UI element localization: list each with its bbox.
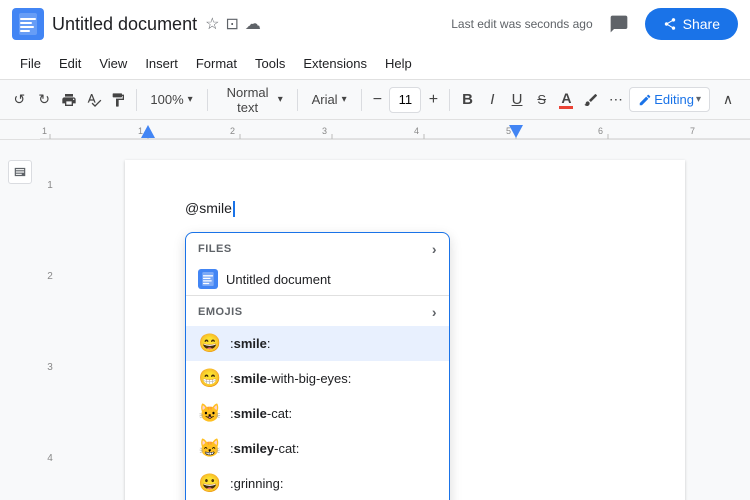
menu-bar: File Edit View Insert Format Tools Exten… [0,48,750,80]
zoom-dropdown[interactable]: 100% ▾ [142,86,200,114]
menu-edit[interactable]: Edit [51,52,89,75]
emoji-label-grinning: :grinning: [230,476,283,491]
share-label: Share [683,16,720,32]
doc-canvas: @smile FILES › Untitled document [60,140,750,500]
menu-view[interactable]: View [91,52,135,75]
drive-icon[interactable]: ⊡ [225,14,238,34]
font-size-input[interactable] [389,87,421,113]
doc-title[interactable]: Untitled document [52,14,197,35]
emoji-item-smile-big-eyes[interactable]: 😁 :smile-with-big-eyes: [186,361,449,396]
text-color-bar [559,106,573,109]
menu-insert[interactable]: Insert [137,52,186,75]
redo-button[interactable]: ↻ [33,86,56,114]
svg-text:1: 1 [42,126,47,136]
file-item-untitled[interactable]: Untitled document [186,263,449,295]
toolbar-right: Editing ▾ ∧ [629,86,742,114]
emoji-glyph-grinning: 😀 [198,473,222,494]
page-num-4: 4 [47,453,53,464]
emojis-section-header[interactable]: EMOJIS › [186,296,449,326]
page-num-2: 2 [47,271,53,282]
page-num-1: 1 [47,180,53,191]
svg-text:1: 1 [138,126,143,136]
text-color-button[interactable]: A [555,86,578,114]
italic-button[interactable]: I [481,86,504,114]
title-bar: Untitled document ☆ ⊡ ☁ Last edit was se… [0,0,750,48]
emoji-glyph-smiley-cat: 😸 [198,438,222,459]
menu-tools[interactable]: Tools [247,52,293,75]
divider-4 [361,89,362,111]
cloud-icon[interactable]: ☁ [245,14,261,34]
svg-text:2: 2 [230,126,235,136]
file-doc-icon [198,269,218,289]
emojis-header-label: EMOJIS [198,306,243,318]
more-options-button[interactable]: ⋯ [605,86,628,114]
divider-2 [207,89,208,111]
svg-text:6: 6 [598,126,603,136]
decrease-font-size-button[interactable]: − [367,86,387,114]
files-chevron-icon: › [432,241,437,257]
paint-format-button[interactable] [107,86,130,114]
emoji-label-smile: :smile: [230,336,271,351]
undo-button[interactable]: ↺ [8,86,31,114]
emoji-item-grinning[interactable]: 😀 :grinning: [186,466,449,500]
emoji-glyph-smile-big-eyes: 😁 [198,368,222,389]
divider-1 [136,89,137,111]
svg-text:3: 3 [322,126,327,136]
doc-typed-text: @smile [185,200,625,217]
doc-page[interactable]: @smile FILES › Untitled document [125,160,685,500]
share-button[interactable]: Share [645,8,738,40]
editing-mode-button[interactable]: Editing ▾ [629,87,710,112]
emoji-label-smile-big-eyes: :smile-with-big-eyes: [230,371,351,386]
editor-area: 1 2 3 4 @smile FILES › [0,140,750,500]
font-dropdown[interactable]: Arial ▾ [304,86,355,114]
collapse-toolbar-button[interactable]: ∧ [714,86,742,114]
increase-font-size-button[interactable]: + [423,86,443,114]
svg-text:4: 4 [414,126,419,136]
menu-file[interactable]: File [12,52,49,75]
sidebar-panel [0,140,40,500]
emoji-label-smile-cat: :smile-cat: [230,406,292,421]
underline-button[interactable]: U [506,86,529,114]
files-section-header[interactable]: FILES › [186,233,449,263]
emoji-glyph-smile-cat: 😺 [198,403,222,424]
svg-text:7: 7 [690,126,695,136]
bold-button[interactable]: B [456,86,479,114]
emoji-glyph-smile: 😄 [198,333,222,354]
highlight-button[interactable] [580,86,603,114]
toolbar: ↺ ↻ 100% ▾ Normal text ▾ Arial ▾ − + B I… [0,80,750,120]
ruler: 1 1 2 3 4 5 6 7 [0,120,750,140]
menu-extensions[interactable]: Extensions [295,52,375,75]
print-button[interactable] [57,86,80,114]
menu-format[interactable]: Format [188,52,245,75]
emoji-item-smile[interactable]: 😄 :smile: [186,326,449,361]
title-right: Last edit was seconds ago Share [451,8,738,40]
star-icon[interactable]: ☆ [205,14,219,34]
title-icons: ☆ ⊡ ☁ [205,14,261,34]
app-icon [12,8,44,40]
sidebar-icon[interactable] [8,160,32,184]
file-item-name: Untitled document [226,272,331,287]
smart-chip-dropdown: FILES › Untitled document EMOJIS [185,232,450,500]
spellcheck-button[interactable] [82,86,105,114]
svg-text:5: 5 [506,126,511,136]
chat-icon[interactable] [603,8,635,40]
emojis-chevron-icon: › [432,304,437,320]
text-style-dropdown[interactable]: Normal text ▾ [214,86,291,114]
page-numbers: 1 2 3 4 [40,140,60,500]
menu-help[interactable]: Help [377,52,420,75]
emoji-label-smiley-cat: :smiley-cat: [230,441,299,456]
page-num-3: 3 [47,362,53,373]
divider-3 [297,89,298,111]
font-size-control: − + [367,86,443,114]
divider-5 [449,89,450,111]
text-cursor [233,201,235,217]
last-edit-text: Last edit was seconds ago [451,17,592,31]
strikethrough-button[interactable]: S [530,86,553,114]
emoji-item-smiley-cat[interactable]: 😸 :smiley-cat: [186,431,449,466]
files-header-label: FILES [198,243,232,255]
emoji-item-smile-cat[interactable]: 😺 :smile-cat: [186,396,449,431]
